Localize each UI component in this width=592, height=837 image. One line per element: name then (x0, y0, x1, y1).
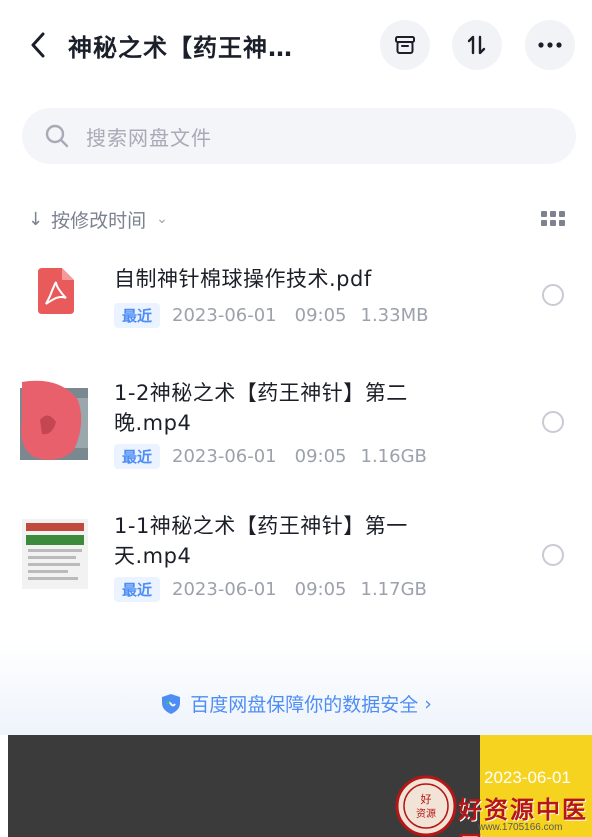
svg-text:好: 好 (421, 792, 432, 806)
more-button[interactable] (525, 20, 575, 70)
file-size: 1.16GB (360, 445, 427, 467)
archive-button[interactable] (380, 20, 430, 70)
sort-toggle-button[interactable] (452, 20, 502, 70)
sort-down-arrow-icon: ↓ (28, 208, 44, 230)
file-row[interactable]: 自制神针棉球操作技术.pdf 最近 2023-06-01 09:05 1.33M… (0, 250, 592, 370)
watermark-seal-logo: 好 资源 (395, 775, 457, 837)
file-row[interactable]: 1-2神秘之术【药王神针】第二晚.mp4 最近 2023-06-01 09:05… (0, 370, 592, 490)
security-notice[interactable]: 百度网盘保障你的数据安全 › (0, 690, 592, 717)
recent-badge: 最近 (114, 302, 161, 328)
file-meta: 最近 2023-06-01 09:05 1.33MB (114, 302, 428, 328)
recent-badge: 最近 (114, 576, 161, 602)
search-bar[interactable]: 搜索网盘文件 (22, 108, 576, 164)
select-radio[interactable] (542, 544, 564, 566)
file-time: 09:05 (294, 445, 347, 467)
archive-icon (395, 36, 415, 54)
sort-arrows-icon (467, 35, 486, 55)
select-radio[interactable] (542, 411, 564, 433)
search-placeholder: 搜索网盘文件 (86, 125, 212, 150)
pdf-icon (38, 268, 74, 314)
chevron-right-icon: › (424, 692, 432, 715)
sort-label: 按修改时间 (51, 209, 147, 232)
file-name: 1-2神秘之术【药王神针】第二晚.mp4 (114, 381, 408, 435)
video-thumbnail (22, 519, 88, 589)
file-meta: 最近 2023-06-01 09:05 1.17GB (114, 576, 427, 602)
chevron-down-icon: ⌄ (156, 211, 168, 227)
file-meta: 最近 2023-06-01 09:05 1.16GB (114, 443, 427, 469)
shield-icon (162, 693, 181, 714)
file-date: 2023-06-01 (172, 445, 277, 467)
grid-view-icon[interactable] (540, 208, 566, 230)
file-name: 1-1神秘之术【药王神针】第一天.mp4 (114, 514, 408, 568)
file-date: 2023-06-01 (172, 304, 277, 326)
svg-text:资源: 资源 (416, 807, 436, 820)
file-time: 09:05 (294, 578, 347, 600)
file-row[interactable]: 1-1神秘之术【药王神针】第一天.mp4 最近 2023-06-01 09:05… (0, 505, 592, 625)
page-title: 神秘之术【药王神… (68, 34, 293, 62)
search-icon (45, 124, 69, 148)
file-size: 1.33MB (360, 304, 429, 326)
watermark-date: 2023-06-01 (484, 768, 571, 787)
security-text: 百度网盘保障你的数据安全 (190, 694, 419, 716)
top-bar: 神秘之术【药王神… (0, 0, 592, 90)
footer-background (0, 640, 592, 735)
back-button[interactable] (24, 30, 52, 60)
back-arrow-icon (31, 32, 45, 58)
file-size: 1.17GB (360, 578, 427, 600)
video-thumbnail (20, 380, 88, 460)
file-date: 2023-06-01 (172, 578, 277, 600)
sort-dropdown[interactable]: ↓ 按修改时间 ⌄ (28, 204, 168, 234)
select-radio[interactable] (542, 284, 564, 306)
more-dots-icon (538, 42, 562, 48)
watermark-url: www.1705166.com (478, 822, 563, 833)
file-time: 09:05 (294, 304, 347, 326)
file-name: 自制神针棉球操作技术.pdf (114, 267, 372, 291)
recent-badge: 最近 (114, 443, 161, 469)
